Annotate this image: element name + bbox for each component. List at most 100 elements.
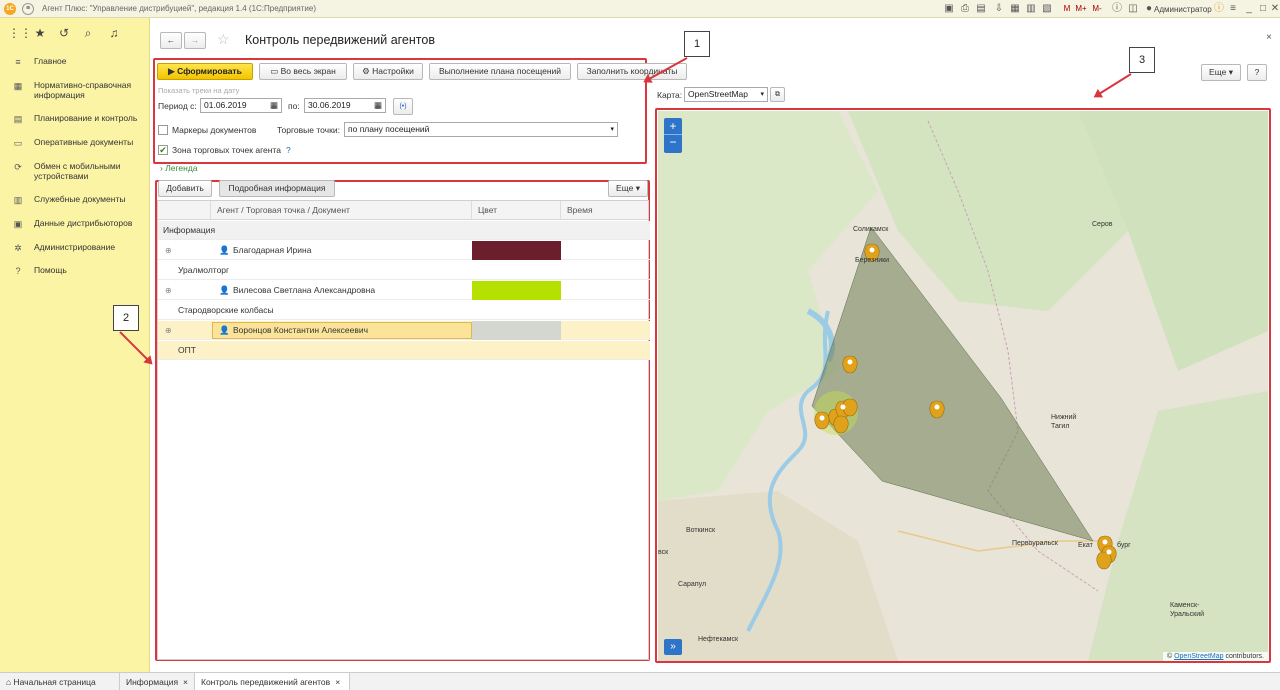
page-more-button[interactable]: Еще ▾ — [1201, 64, 1241, 81]
calendar-icon[interactable]: ▦ — [270, 99, 278, 112]
expand-icon[interactable]: ⊕ — [165, 321, 172, 340]
map-view[interactable]: Соликамск Березники Серов Нижний Тагил П… — [658, 111, 1268, 661]
column-color[interactable]: Цвет — [472, 201, 561, 219]
favorite-star-icon[interactable]: ☆ — [217, 31, 230, 48]
forward-button[interactable]: → — [184, 32, 206, 49]
settings-button[interactable]: ⚙ Настройки — [353, 63, 423, 80]
column-time[interactable]: Время — [561, 201, 648, 219]
map-provider-select[interactable]: OpenStreetMap ▾ — [684, 87, 768, 102]
zoom-in-button[interactable]: + — [664, 118, 682, 135]
link-icon[interactable]: ⇩ — [992, 2, 1006, 16]
expand-icon[interactable]: ⊕ — [165, 281, 172, 300]
city-label: бург — [1117, 542, 1131, 549]
window-mode-icon[interactable]: ◫ — [1126, 2, 1140, 16]
memory-icon[interactable]: M — [1060, 2, 1074, 16]
history-icon[interactable]: ↺ — [56, 25, 72, 41]
table-row-outlet[interactable]: Уралмолторг — [158, 261, 650, 280]
table-header: Агент / Торговая точка / Документ Цвет В… — [158, 201, 648, 220]
print-icon[interactable]: ⎙ — [958, 2, 972, 16]
expand-icon[interactable]: ⊕ — [165, 241, 172, 260]
period-select-button[interactable]: (•) — [393, 98, 413, 115]
history-icon[interactable]: ▦ — [1008, 2, 1022, 16]
agents-table: Агент / Торговая точка / Документ Цвет В… — [157, 200, 650, 660]
map-attribution: © OpenStreetMap contributors. — [1162, 652, 1268, 661]
search-icon[interactable]: ⌕ — [80, 25, 96, 41]
generate-button[interactable]: ▶ Сформировать — [157, 63, 253, 80]
documents-icon: ▭ — [13, 138, 23, 148]
table-row[interactable]: ⊕ 👤 Благодарная Ирина — [158, 241, 650, 260]
menu-icon: ≡ — [15, 57, 21, 67]
outlets-select[interactable]: по плану посещений ▾ — [344, 122, 618, 137]
close-page-icon[interactable]: × — [1266, 32, 1272, 43]
table-row-outlet[interactable]: Стародворские колбасы — [158, 301, 650, 320]
fullscreen-button[interactable]: ▭ Во весь экран — [259, 63, 347, 80]
map-label: Карта: — [657, 90, 683, 100]
visit-plan-button[interactable]: Выполнение плана посещений — [429, 63, 571, 80]
column-agent[interactable]: Агент / Торговая точка / Документ — [211, 201, 472, 219]
info-icon[interactable]: ⓘ — [1110, 2, 1124, 16]
back-button[interactable]: ← — [160, 32, 182, 49]
preview-icon[interactable]: ▤ — [974, 2, 988, 16]
city-label: Нижний Тагил — [1051, 414, 1077, 430]
main-menu-icon[interactable]: ≡ — [22, 3, 34, 15]
chevron-down-icon[interactable]: ▾ — [610, 123, 614, 136]
table-row-selected[interactable]: ⊕ 👤 Воронцов Константин Алексеевич — [158, 321, 650, 340]
title-bar: 1С ≡ Агент Плюс: "Управление дистрибуцие… — [0, 0, 1280, 18]
group-row[interactable]: Информация — [158, 221, 650, 240]
date-from-field[interactable]: 01.06.2019 ▦ — [200, 98, 282, 113]
color-swatch — [472, 241, 561, 260]
callout-3: 3 — [1129, 47, 1155, 73]
settings-icon[interactable]: ≡ — [1226, 2, 1240, 16]
add-button[interactable]: Добавить — [158, 180, 212, 197]
zoom-out-button[interactable]: − — [664, 135, 682, 152]
minimize-icon[interactable]: _ — [1242, 2, 1256, 16]
close-icon[interactable]: × — [183, 677, 188, 687]
legend-toggle[interactable]: › Легенда — [160, 163, 198, 173]
tab-info[interactable]: Информация × — [120, 673, 195, 690]
tab-home[interactable]: ⌂ Начальная страница — [0, 673, 120, 690]
current-user[interactable]: Администратор — [1154, 5, 1212, 14]
doc-markers-checkbox[interactable] — [158, 125, 168, 135]
calendar-icon[interactable]: ▥ — [1024, 2, 1038, 16]
notification-icon[interactable]: ⓘ — [1212, 2, 1226, 16]
zone-help-icon[interactable]: ? — [286, 145, 291, 155]
city-label: Березники — [855, 257, 890, 264]
save-icon[interactable]: ▣ — [942, 2, 956, 16]
page-help-button[interactable]: ? — [1247, 64, 1267, 81]
service-docs-icon: ▥ — [13, 195, 23, 205]
help-icon: ? — [15, 266, 21, 276]
apps-grid-icon[interactable]: ⋮⋮ — [8, 25, 32, 41]
gear-icon: ✲ — [14, 243, 22, 253]
date-to-field[interactable]: 30.06.2019 ▦ — [304, 98, 386, 113]
zone-checkbox[interactable]: ✔ — [158, 145, 168, 155]
home-icon: ⌂ — [6, 677, 14, 687]
chevron-down-icon[interactable]: ▾ — [760, 88, 764, 101]
outlets-label: Торговые точки: — [277, 125, 340, 135]
open-map-icon[interactable]: ⧉ — [770, 87, 785, 102]
app-logo: 1С — [4, 3, 16, 15]
table-row[interactable]: ⊕ 👤 Вилесова Светлана Александровна — [158, 281, 650, 300]
city-label: вск — [658, 549, 669, 556]
color-swatch — [472, 281, 561, 300]
catalog-icon: ▦ — [13, 81, 23, 91]
calculator-icon[interactable]: ▧ — [1040, 2, 1054, 16]
city-label: Каменск-Уральский — [1170, 602, 1205, 618]
callout-2: 2 — [113, 305, 139, 331]
table-row-outlet[interactable]: ОПТ — [158, 341, 650, 360]
memory-plus-icon[interactable]: M+ — [1074, 2, 1088, 16]
close-icon[interactable]: × — [335, 677, 340, 687]
city-label: Нефтекамск — [698, 636, 739, 643]
bell-icon[interactable]: ♫ — [106, 25, 122, 41]
expand-panel-button[interactable]: » — [664, 639, 682, 655]
close-window-icon[interactable]: ✕ — [1268, 2, 1280, 16]
to-label: по: — [288, 101, 300, 111]
tab-agent-control[interactable]: Контроль передвижений агентов × — [195, 673, 350, 690]
calendar-icon[interactable]: ▦ — [374, 99, 382, 112]
show-tracks-label: Показать треки на дату — [158, 86, 240, 95]
favorites-icon[interactable]: ★ — [32, 25, 48, 41]
osm-link[interactable]: OpenStreetMap — [1174, 653, 1223, 660]
details-button[interactable]: Подробная информация — [219, 180, 335, 197]
table-more-button[interactable]: Еще ▾ — [608, 180, 648, 197]
city-label: Воткинск — [686, 527, 716, 534]
memory-minus-icon[interactable]: M- — [1090, 2, 1104, 16]
